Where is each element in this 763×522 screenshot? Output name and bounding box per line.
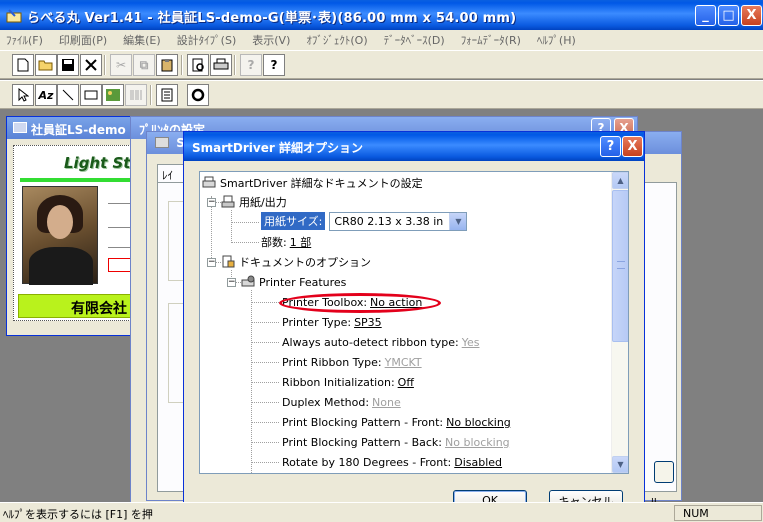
feature-rotate-front[interactable]: Rotate by 180 Degrees - Front: Disabled	[282, 453, 502, 471]
expander-document-options[interactable]: −	[207, 258, 216, 267]
new-file-icon[interactable]	[12, 54, 34, 76]
delete-x-icon[interactable]	[80, 54, 102, 76]
feature-printer-type[interactable]: Printer Type: SP35	[282, 313, 382, 331]
menu-print-side[interactable]: 印刷面(P)	[59, 32, 107, 48]
chevron-down-icon[interactable]: ▼	[449, 212, 467, 230]
tree-printer-features[interactable]: Printer Features	[241, 273, 346, 291]
paper-output-icon	[221, 195, 235, 208]
tree-scrollbar[interactable]: ▲ ▼	[611, 172, 628, 473]
menu-object[interactable]: ｵﾌﾞｼﾞｪｸﾄ(O)	[306, 32, 367, 48]
menu-help[interactable]: ﾍﾙﾌﾟ(H)	[537, 32, 576, 48]
auto-detect-ribbon-value[interactable]: Yes	[462, 336, 480, 349]
menu-view[interactable]: 表示(V)	[252, 32, 290, 48]
rectangle-tool-icon[interactable]	[80, 84, 102, 106]
printer-icon	[202, 176, 216, 188]
copies-value[interactable]: 1 部	[290, 234, 312, 250]
card-text-line	[108, 238, 130, 248]
ribbon-initialization-value[interactable]: Off	[398, 376, 414, 389]
scroll-thumb[interactable]	[612, 190, 628, 342]
select-arrow-icon[interactable]	[12, 84, 34, 106]
help-button[interactable]: ?	[600, 136, 621, 157]
barcode-tool-icon[interactable]	[125, 84, 147, 106]
card-text-line	[108, 194, 130, 204]
feature-blocking-back[interactable]: Print Blocking Pattern - Back: No blocki…	[282, 433, 510, 451]
expander-paper-output[interactable]: −	[207, 198, 216, 207]
main-title-bar: らべる丸 Ver1.41 - 社員証LS-demo-G(単票･表)(86.00 …	[0, 0, 763, 30]
menu-edit[interactable]: 編集(E)	[123, 32, 161, 48]
status-help-text: ﾍﾙﾌﾟを表示するには [F1] を押	[3, 508, 153, 521]
image-tool-icon[interactable]	[102, 84, 124, 106]
blocking-front-value[interactable]: No blocking	[446, 416, 511, 429]
print-ribbon-type-value[interactable]: YMCKT	[385, 356, 422, 369]
tree-paper-output[interactable]: 用紙/出力	[221, 193, 287, 211]
document-options-icon	[222, 255, 235, 268]
feature-auto-detect-ribbon[interactable]: Always auto-detect ribbon type: Yes	[282, 333, 479, 351]
smartdriver-advanced-options-dialog: SmartDriver 詳細オプション ? X SmartDriver 詳細なド…	[183, 131, 645, 520]
menu-file[interactable]: ﾌｧｲﾙ(F)	[6, 32, 43, 48]
drawing-toolbar: Az	[0, 80, 763, 109]
printer-icon[interactable]	[210, 54, 232, 76]
duplex-method-value[interactable]: None	[372, 396, 401, 409]
close-button[interactable]: X	[622, 136, 643, 157]
blocking-back-value[interactable]: No blocking	[445, 436, 510, 449]
list-view-icon[interactable]	[156, 84, 178, 106]
refresh-icon[interactable]	[187, 84, 209, 106]
printer-features-icon	[241, 275, 255, 287]
red-highlight-ellipse	[279, 293, 441, 313]
tree-paper-size-row[interactable]: 用紙サイズ: CR80 2.13 x 3.38 in ▼	[261, 211, 468, 231]
status-num-indicator: NUM	[674, 505, 762, 521]
menu-design-type[interactable]: 設計ﾀｲﾌﾟ(S)	[177, 32, 237, 48]
tree-copies-row[interactable]: 部数: 1 部	[261, 233, 311, 251]
copy-icon[interactable]: ⧉	[133, 54, 155, 76]
paste-clipboard-icon[interactable]	[156, 54, 178, 76]
card-text-line	[108, 218, 130, 228]
standard-toolbar: ✂ ⧉ ? ?	[0, 50, 763, 79]
printer-type-value[interactable]: SP35	[354, 316, 382, 329]
feature-ribbon-initialization[interactable]: Ribbon Initialization: Off	[282, 373, 414, 391]
document-title: 社員証LS-demo	[31, 123, 126, 137]
sd-title: SmartDriver 詳細オプション	[192, 141, 363, 155]
card-photo	[22, 186, 98, 285]
cut-scissors-icon[interactable]: ✂	[110, 54, 132, 76]
feature-blocking-front[interactable]: Print Blocking Pattern - Front: No block…	[282, 413, 511, 431]
help-question-icon[interactable]: ?	[263, 54, 285, 76]
tree-document-options[interactable]: ドキュメントのオプション	[221, 253, 371, 271]
status-bar: ﾍﾙﾌﾟを表示するには [F1] を押 NUM	[0, 502, 763, 522]
printer-icon	[155, 137, 169, 148]
menu-database[interactable]: ﾃﾞｰﾀﾍﾞｰｽ(D)	[384, 32, 445, 48]
app-icon	[6, 9, 22, 23]
rotate-front-value[interactable]: Disabled	[454, 456, 502, 469]
expander-printer-features[interactable]: −	[227, 278, 236, 287]
print-preview-icon[interactable]	[187, 54, 209, 76]
open-folder-icon[interactable]	[35, 54, 57, 76]
text-tool-icon[interactable]: Az	[35, 84, 57, 106]
minimize-button[interactable]: _	[695, 5, 716, 26]
line-tool-icon[interactable]	[57, 84, 79, 106]
document-icon	[13, 122, 27, 133]
scroll-down-icon[interactable]: ▼	[612, 456, 628, 473]
save-disk-icon[interactable]	[57, 54, 79, 76]
menu-form-data[interactable]: ﾌｫｰﾑﾃﾞｰﾀ(R)	[461, 32, 521, 48]
options-tree[interactable]: SmartDriver 詳細なドキュメントの設定 − 用紙/出力 用紙サイズ: …	[199, 171, 629, 474]
close-button[interactable]: X	[741, 5, 762, 26]
feature-print-ribbon-type[interactable]: Print Ribbon Type: YMCKT	[282, 353, 422, 371]
window-title: らべる丸 Ver1.41 - 社員証LS-demo-G(単票･表)(86.00 …	[27, 11, 517, 26]
menu-bar: ﾌｧｲﾙ(F) 印刷面(P) 編集(E) 設計ﾀｲﾌﾟ(S) 表示(V) ｵﾌﾞ…	[0, 30, 763, 50]
paper-size-select[interactable]: CR80 2.13 x 3.38 in ▼	[329, 211, 468, 231]
sd-title-bar: SmartDriver 詳細オプション	[184, 132, 644, 161]
maximize-button[interactable]: □	[718, 5, 739, 26]
feature-duplex-method[interactable]: Duplex Method: None	[282, 393, 401, 411]
scroll-up-icon[interactable]: ▲	[612, 172, 628, 189]
context-help-icon[interactable]: ?	[240, 54, 262, 76]
paper-size-label: 用紙サイズ:	[261, 212, 326, 230]
tree-root[interactable]: SmartDriver 詳細なドキュメントの設定	[202, 174, 423, 192]
